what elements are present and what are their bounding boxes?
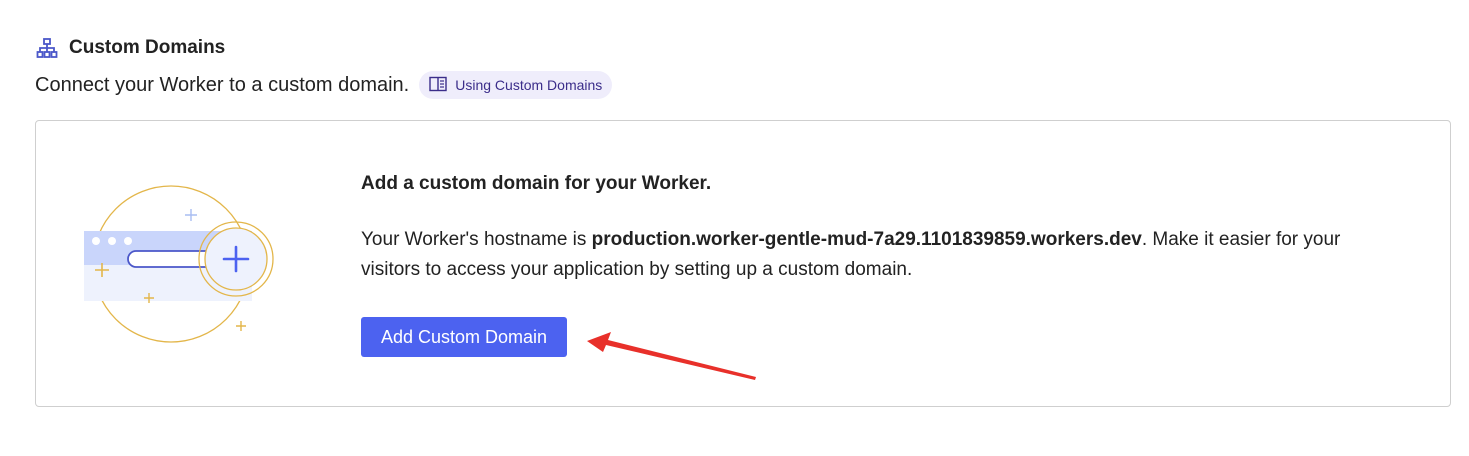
section-title: Custom Domains bbox=[69, 37, 226, 58]
subtitle-row: Connect your Worker to a custom domain. … bbox=[35, 70, 1451, 100]
desc-prefix: Your Worker's hostname is bbox=[361, 229, 592, 250]
section-subtitle: Connect your Worker to a custom domain. bbox=[35, 73, 410, 96]
domain-illustration bbox=[84, 179, 284, 349]
sitemap-icon bbox=[35, 36, 59, 60]
browser-illustration-icon bbox=[84, 185, 274, 343]
card-content: Add a custom domain for your Worker. You… bbox=[361, 173, 1401, 357]
add-custom-domain-button[interactable]: Add Custom Domain bbox=[361, 317, 568, 357]
custom-domains-section: Custom Domains Connect your Worker to a … bbox=[35, 34, 1451, 100]
doc-link-label: Using Custom Domains bbox=[455, 77, 603, 93]
worker-hostname: production.worker-gentle-mud-7a29.110183… bbox=[591, 229, 1142, 250]
card-description: Your Worker's hostname is production.wor… bbox=[361, 225, 1401, 285]
using-custom-domains-link[interactable]: Using Custom Domains bbox=[419, 71, 613, 99]
book-icon bbox=[429, 76, 447, 95]
add-domain-card: Add a custom domain for your Worker. You… bbox=[35, 120, 1451, 407]
card-heading: Add a custom domain for your Worker. bbox=[361, 173, 712, 194]
section-header: Custom Domains bbox=[35, 34, 1451, 62]
